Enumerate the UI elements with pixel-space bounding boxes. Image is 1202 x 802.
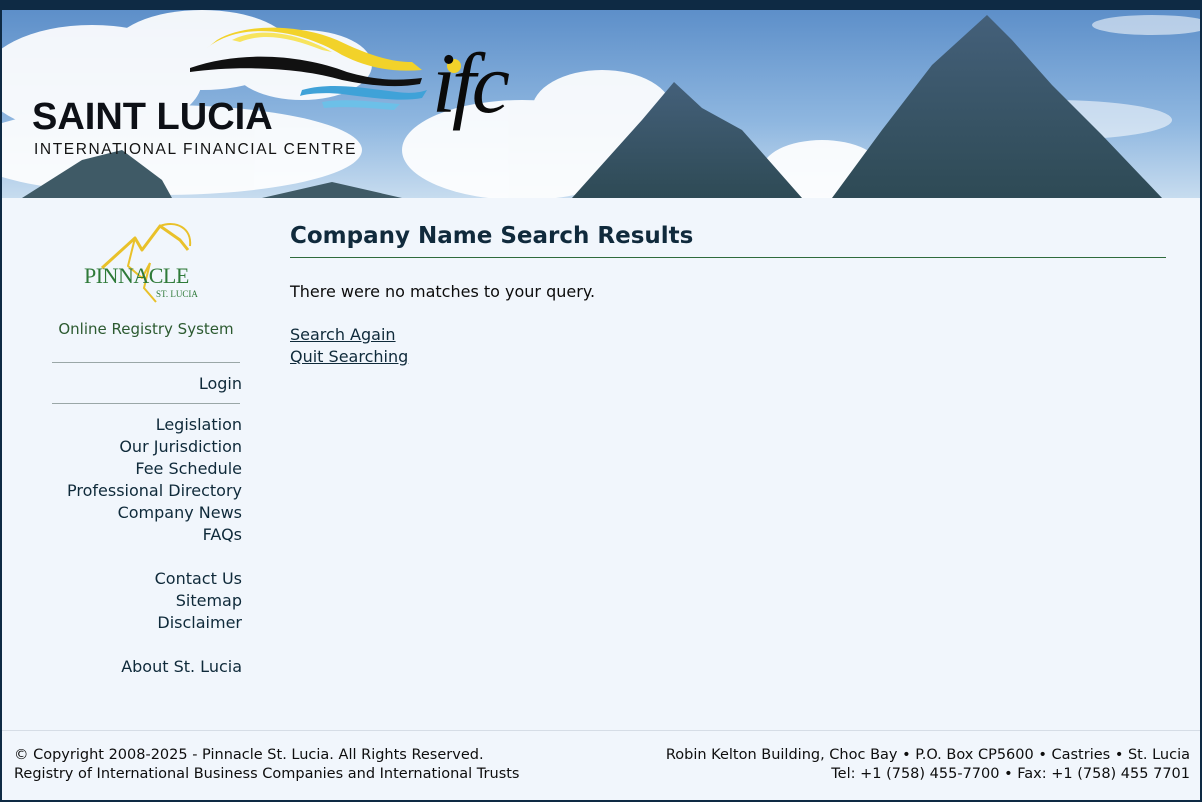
nav-disclaimer[interactable]: Disclaimer	[4, 612, 242, 634]
brand-name: SAINT LUCIA	[32, 96, 273, 138]
sidebar-divider	[52, 362, 240, 363]
title-divider	[290, 257, 1166, 258]
pinnacle-logo-subtitle: ST. LUCIA	[156, 289, 198, 299]
sidebar-nav-main: Legislation Our Jurisdiction Fee Schedul…	[4, 414, 242, 546]
nav-company-news[interactable]: Company News	[4, 502, 242, 524]
nav-about-st-lucia[interactable]: About St. Lucia	[4, 656, 242, 678]
nav-contact-us[interactable]: Contact Us	[4, 568, 242, 590]
sidebar: PINNACLE ST. LUCIA Online Registry Syste…	[2, 198, 242, 728]
page-title: Company Name Search Results	[290, 223, 694, 249]
result-actions: Search Again Quit Searching	[290, 324, 408, 368]
quit-searching-link[interactable]: Quit Searching	[290, 346, 408, 368]
ifc-logo: ifc	[432, 35, 510, 131]
registry-text: Registry of International Business Compa…	[14, 766, 520, 782]
search-again-link[interactable]: Search Again	[290, 324, 408, 346]
nav-sitemap[interactable]: Sitemap	[4, 590, 242, 612]
sidebar-nav-info: Contact Us Sitemap Disclaimer	[4, 568, 242, 634]
page-frame: SAINT LUCIA INTERNATIONAL FINANCIAL CENT…	[2, 10, 1200, 800]
brand-subtitle: INTERNATIONAL FINANCIAL CENTRE	[34, 141, 358, 158]
nav-professional-directory[interactable]: Professional Directory	[4, 480, 242, 502]
sidebar-divider	[52, 403, 240, 404]
nav-fee-schedule[interactable]: Fee Schedule	[4, 458, 242, 480]
footer: © Copyright 2008-2025 - Pinnacle St. Luc…	[2, 730, 1200, 800]
nav-faqs[interactable]: FAQs	[4, 524, 242, 546]
footer-left: © Copyright 2008-2025 - Pinnacle St. Luc…	[14, 746, 519, 784]
pinnacle-logo-name: PINNACLE	[84, 263, 189, 288]
copyright-text: © Copyright 2008-2025 - Pinnacle St. Luc…	[14, 747, 484, 763]
no-results-message: There were no matches to your query.	[290, 282, 596, 301]
sidebar-nav-about: About St. Lucia	[4, 656, 242, 678]
nav-legislation[interactable]: Legislation	[4, 414, 242, 436]
header-banner: SAINT LUCIA INTERNATIONAL FINANCIAL CENT…	[2, 10, 1200, 198]
footer-right: Robin Kelton Building, Choc Bay • P.O. B…	[666, 746, 1190, 784]
login-link[interactable]: Login	[4, 373, 242, 395]
online-registry-label: Online Registry System	[58, 320, 234, 338]
nav-our-jurisdiction[interactable]: Our Jurisdiction	[4, 436, 242, 458]
login-nav: Login	[4, 373, 242, 395]
footer-divider	[2, 730, 1200, 731]
contact-text: Tel: +1 (758) 455-7700 • Fax: +1 (758) 4…	[831, 766, 1190, 782]
address-text: Robin Kelton Building, Choc Bay • P.O. B…	[665, 747, 1190, 763]
